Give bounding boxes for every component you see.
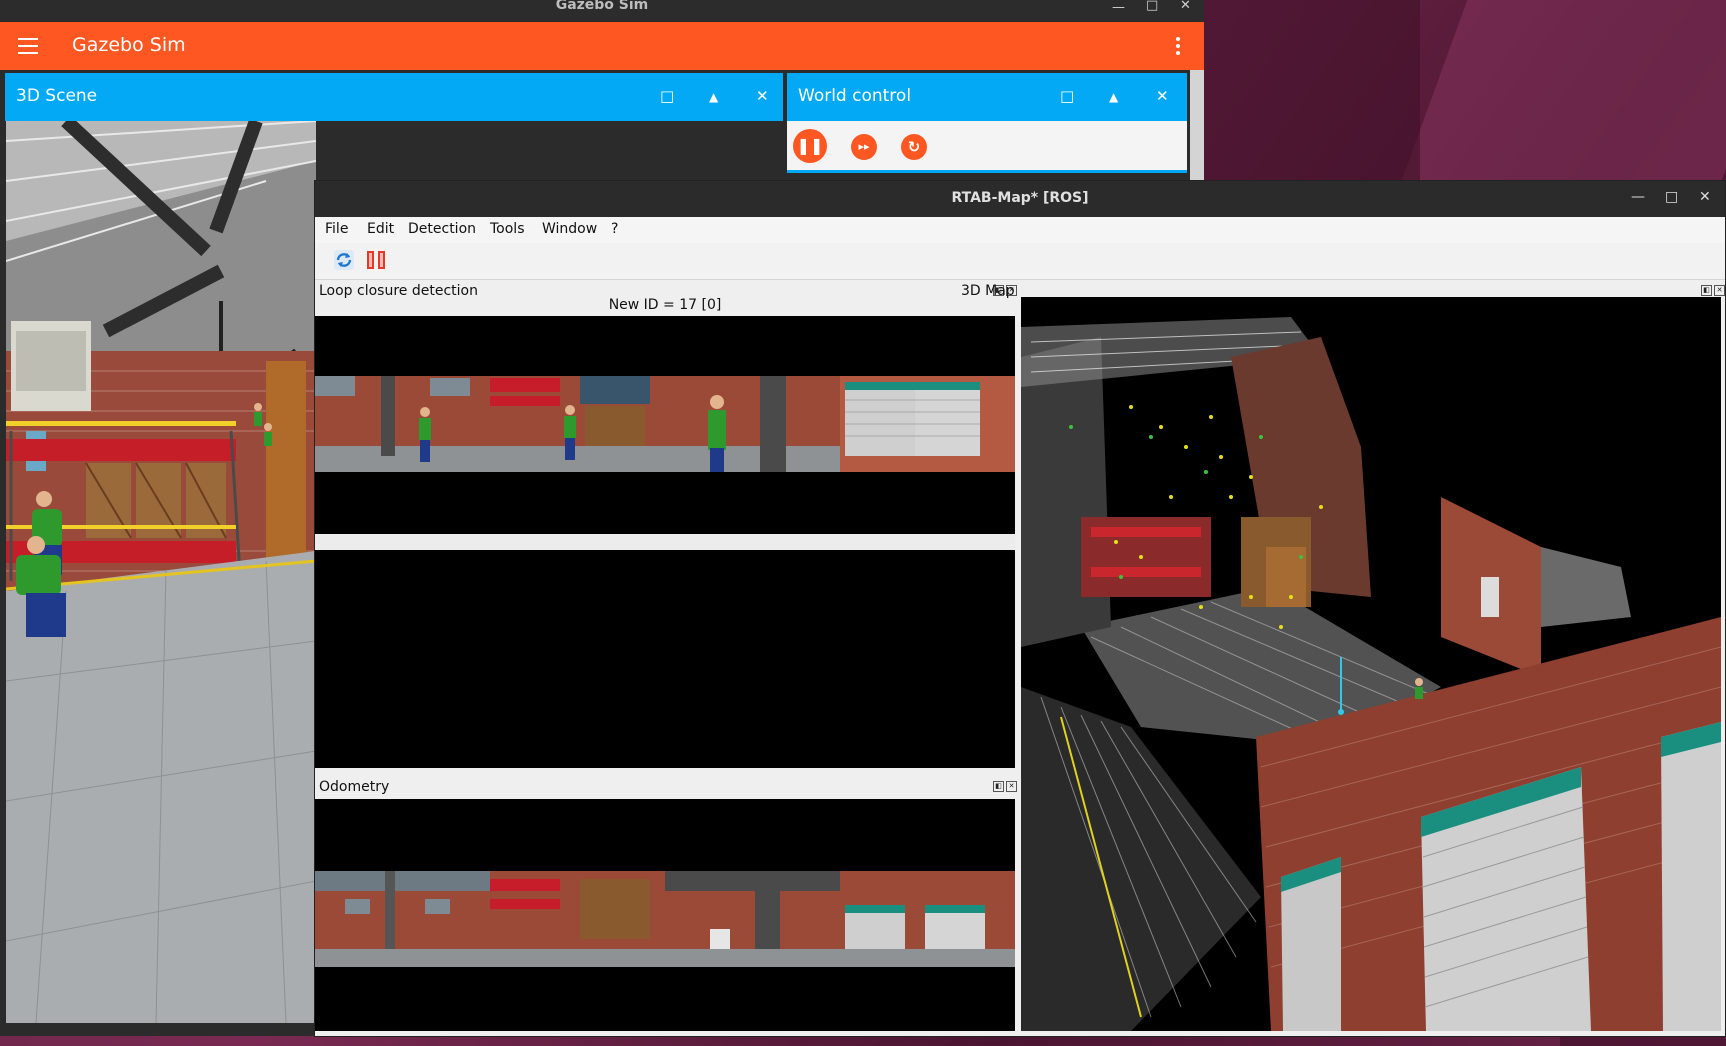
point-cloud-map — [1021, 317, 1721, 1031]
hamburger-menu-icon[interactable] — [18, 38, 38, 54]
close-panel-icon[interactable]: ✕ — [756, 87, 769, 105]
map3d-viewport[interactable] — [1021, 297, 1721, 1031]
minimize-icon[interactable]: — — [1112, 0, 1125, 15]
more-options-icon[interactable] — [1176, 34, 1182, 58]
minimize-icon[interactable]: — — [1631, 189, 1645, 205]
maximize-icon[interactable]: □ — [1146, 0, 1158, 13]
close-panel-icon[interactable]: ✕ — [1156, 87, 1169, 105]
menu-detection[interactable]: Detection — [408, 221, 476, 237]
menubar: File Edit Detection Tools Window ? — [315, 217, 1725, 243]
maximize-panel-icon[interactable]: □ — [1060, 87, 1074, 105]
world-control-title: World control — [798, 86, 912, 106]
world-control-divider — [787, 170, 1187, 173]
maximize-panel-icon[interactable]: □ — [660, 87, 674, 105]
pause-icon[interactable] — [365, 249, 387, 271]
rtabmap-window: RTAB-Map* [ROS] — □ ✕ File Edit Detectio… — [314, 180, 1726, 1037]
scene-viewport[interactable] — [6, 121, 316, 1023]
odometry-dock-title: Odometry ◧ ✕ — [319, 779, 1019, 799]
close-dock-icon[interactable]: ✕ — [1714, 285, 1725, 296]
menu-window[interactable]: Window — [542, 221, 597, 237]
odometry-image-view[interactable] — [315, 799, 1015, 1031]
gazebo-window-title: Gazebo Sim — [555, 0, 649, 13]
menu-edit[interactable]: Edit — [367, 221, 394, 237]
odometry-camera-image — [315, 871, 1015, 967]
reset-button[interactable]: ↻ — [901, 134, 927, 160]
app-title: Gazebo Sim — [72, 34, 186, 56]
close-dock-icon[interactable]: ✕ — [1006, 781, 1017, 792]
float-dock-icon[interactable]: ◧ — [993, 781, 1004, 792]
loop-closure-match-view[interactable] — [315, 550, 1015, 768]
rtabmap-titlebar[interactable]: RTAB-Map* [ROS] — □ ✕ — [315, 181, 1725, 217]
odometry-title: Odometry — [319, 779, 390, 795]
collapse-panel-icon[interactable]: ▲ — [709, 90, 718, 104]
menu-file[interactable]: File — [325, 221, 348, 237]
float-dock-icon[interactable]: ◧ — [1701, 285, 1712, 296]
toolbar — [315, 243, 1725, 280]
menu-help[interactable]: ? — [611, 221, 618, 237]
camera-strip-image — [315, 376, 1015, 472]
scene-panel-header: 3D Scene □ ▲ ✕ — [5, 73, 783, 121]
scene-panel-title: 3D Scene — [16, 86, 98, 106]
menu-tools[interactable]: Tools — [490, 221, 525, 237]
close-icon[interactable]: ✕ — [1699, 189, 1711, 205]
pause-button[interactable]: ❚❚ — [793, 129, 827, 163]
new-id-label: New ID = 17 [0] — [608, 297, 722, 313]
scrollbar[interactable] — [1190, 70, 1204, 180]
gazebo-appbar: Gazebo Sim — [0, 22, 1204, 70]
step-button[interactable]: ▸▸ — [851, 134, 877, 160]
splitter[interactable] — [315, 534, 1015, 550]
refresh-icon[interactable] — [333, 249, 355, 271]
world-control-body: ❚❚ ▸▸ ↻ — [787, 121, 1187, 173]
close-icon[interactable]: ✕ — [1180, 0, 1191, 13]
rtabmap-window-title: RTAB-Map* [ROS] — [951, 190, 1089, 206]
map3d-title: 3D Map — [961, 283, 1015, 299]
world-control-header: World control □ ▲ ✕ — [787, 73, 1187, 121]
gazebo-titlebar[interactable]: Gazebo Sim — □ ✕ — [0, 0, 1204, 22]
warehouse-scene-image — [6, 121, 316, 1023]
maximize-icon[interactable]: □ — [1665, 189, 1678, 205]
desktop-shape — [1200, 0, 1420, 180]
loop-closure-image-view[interactable] — [315, 316, 1015, 534]
collapse-panel-icon[interactable]: ▲ — [1109, 90, 1118, 104]
